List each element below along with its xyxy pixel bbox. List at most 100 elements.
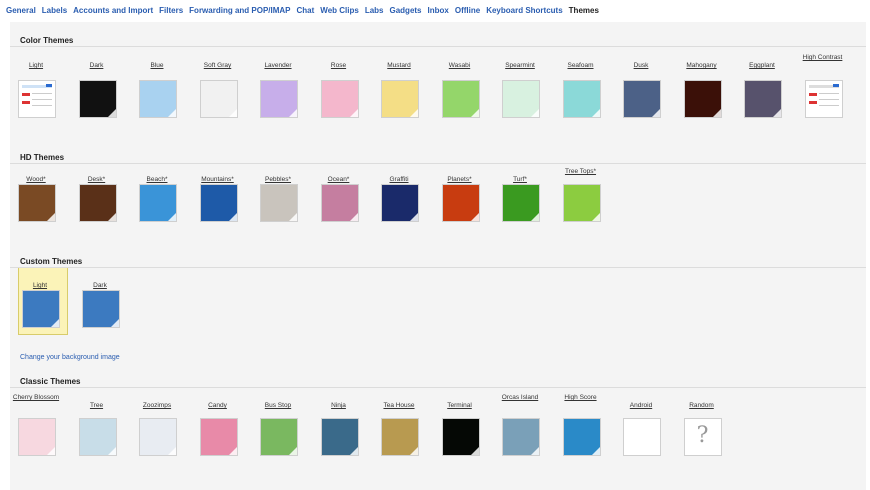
theme-label: Tree (89, 402, 104, 409)
theme-tea-house[interactable]: Tea House (375, 394, 423, 474)
theme-soft-gray[interactable]: Soft Gray (194, 54, 242, 134)
theme-beach[interactable]: Beach* (133, 168, 181, 248)
theme-candy[interactable]: Candy (194, 394, 242, 474)
color-themes-title: Color Themes (20, 36, 74, 45)
tab-labs[interactable]: Labs (365, 6, 384, 15)
theme-swatch (562, 80, 601, 118)
theme-swatch (199, 418, 238, 456)
theme-label: Dark (89, 62, 104, 69)
page-curl-icon (591, 109, 600, 117)
theme-graffiti[interactable]: Graffiti (375, 168, 423, 248)
tab-inbox[interactable]: Inbox (428, 6, 449, 15)
theme-random[interactable]: Random? (678, 394, 726, 474)
page-curl-icon (531, 213, 539, 221)
page-curl-icon (410, 447, 418, 455)
theme-desk[interactable]: Desk* (73, 168, 121, 248)
theme-bus-stop[interactable]: Bus Stop (254, 394, 302, 474)
theme-ninja[interactable]: Ninja (315, 394, 363, 474)
theme-dark[interactable]: Dark (73, 54, 121, 134)
theme-mountains[interactable]: Mountains* (194, 168, 242, 248)
theme-orcas-island[interactable]: Orcas Island (496, 394, 544, 474)
tab-forwarding-and-pop-imap[interactable]: Forwarding and POP/IMAP (189, 6, 290, 15)
theme-tree-tops[interactable]: Tree Tops* (557, 168, 605, 248)
theme-label: Wood* (26, 176, 46, 183)
theme-lavender[interactable]: Lavender (254, 54, 302, 134)
theme-swatch (562, 184, 601, 222)
tab-gadgets[interactable]: Gadgets (390, 6, 422, 15)
theme-eggplant[interactable]: Eggplant (738, 54, 786, 134)
page-curl-icon (470, 447, 479, 455)
theme-wood[interactable]: Wood* (12, 168, 60, 248)
theme-cherry-blossom[interactable]: Cherry Blossom (12, 394, 60, 474)
theme-spearmint[interactable]: Spearmint (496, 54, 544, 134)
theme-swatch (78, 418, 117, 456)
theme-pebbles[interactable]: Pebbles* (254, 168, 302, 248)
page-curl-icon (470, 213, 479, 221)
theme-swatch (441, 80, 480, 118)
theme-mustard[interactable]: Mustard (375, 54, 423, 134)
theme-seafoam[interactable]: Seafoam (557, 54, 605, 134)
theme-android[interactable]: Android (617, 394, 665, 474)
theme-ocean[interactable]: Ocean* (315, 168, 363, 248)
page-curl-icon (410, 213, 418, 221)
theme-dusk[interactable]: Dusk (617, 54, 665, 134)
theme-swatch (320, 184, 359, 222)
tab-keyboard-shortcuts[interactable]: Keyboard Shortcuts (486, 6, 562, 15)
tab-labels[interactable]: Labels (42, 6, 67, 15)
page-curl-icon (531, 109, 539, 117)
theme-swatch (18, 184, 56, 222)
tab-general[interactable]: General (6, 6, 36, 15)
theme-swatch (199, 184, 238, 222)
theme-swatch (82, 290, 120, 328)
tab-accounts-and-import[interactable]: Accounts and Import (73, 6, 153, 15)
theme-rose[interactable]: Rose (315, 54, 363, 134)
change-background-link[interactable]: Change your background image (20, 354, 120, 361)
theme-swatch (260, 418, 298, 456)
theme-terminal[interactable]: Terminal (436, 394, 484, 474)
page-curl-icon (168, 447, 176, 455)
theme-high-score[interactable]: High Score (557, 394, 605, 474)
hd-themes-title: HD Themes (20, 153, 65, 162)
tab-chat[interactable]: Chat (297, 6, 315, 15)
page-curl-icon (349, 213, 358, 221)
page-curl-icon (51, 319, 59, 327)
tab-filters[interactable]: Filters (159, 6, 183, 15)
theme-swatch (320, 80, 359, 118)
theme-tree[interactable]: Tree (73, 394, 121, 474)
tab-web-clips[interactable]: Web Clips (320, 6, 359, 15)
section-divider (10, 267, 866, 268)
theme-planets[interactable]: Planets* (436, 168, 484, 248)
page-curl-icon (107, 109, 116, 117)
theme-swatch (683, 80, 722, 118)
theme-label: Graffiti (389, 176, 409, 183)
theme-label: High Contrast (802, 54, 843, 61)
theme-dark[interactable]: Dark (76, 274, 124, 354)
theme-swatch (441, 184, 480, 222)
page-curl-icon (591, 213, 600, 221)
theme-wasabi[interactable]: Wasabi (436, 54, 484, 134)
page-curl-icon (107, 447, 116, 455)
theme-label: Mahogany (686, 62, 717, 69)
page-curl-icon (410, 109, 418, 117)
theme-label: Mountains* (201, 176, 234, 183)
theme-swatch (320, 418, 359, 456)
theme-light[interactable]: Light (12, 54, 60, 134)
theme-swatch (260, 80, 298, 118)
theme-swatch (139, 418, 177, 456)
theme-high-contrast[interactable]: High Contrast (799, 54, 847, 134)
theme-label: Seafoam (567, 62, 594, 69)
theme-swatch (562, 418, 601, 456)
theme-zoozimps[interactable]: Zoozimps (133, 394, 181, 474)
theme-turf[interactable]: Turf* (496, 168, 544, 248)
theme-label: Pebbles* (264, 176, 292, 183)
theme-swatch (139, 184, 177, 222)
theme-mahogany[interactable]: Mahogany (678, 54, 726, 134)
tab-offline[interactable]: Offline (455, 6, 480, 15)
theme-label: Orcas Island (501, 394, 539, 401)
theme-blue[interactable]: Blue (133, 54, 181, 134)
tab-themes[interactable]: Themes (569, 6, 599, 15)
page-curl-icon (228, 109, 237, 117)
theme-label: Terminal (447, 402, 472, 409)
theme-label: Beach* (146, 176, 168, 183)
theme-light[interactable]: Light (16, 274, 64, 354)
